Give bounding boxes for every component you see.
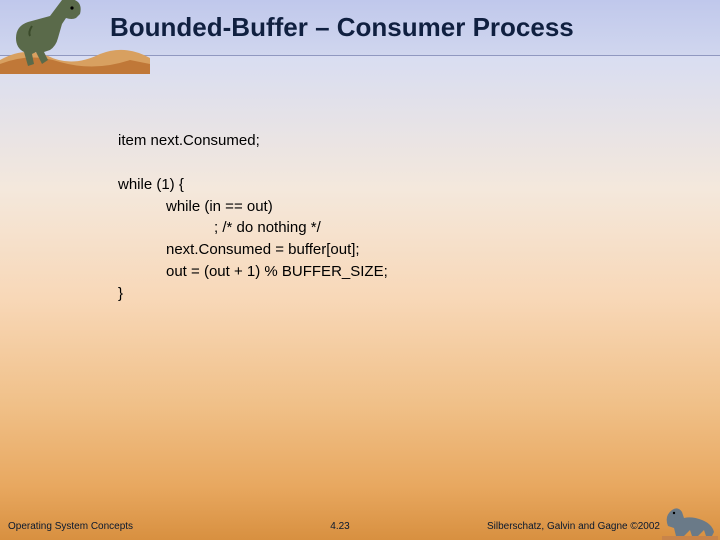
footer: Operating System Concepts 4.23 Silbersch…	[0, 508, 720, 534]
code-line: next.Consumed = buffer[out];	[118, 239, 388, 261]
code-line: while (in == out)	[118, 196, 388, 218]
code-declaration: item next.Consumed;	[118, 130, 388, 152]
code-line: }	[118, 283, 388, 305]
code-line: out = (out + 1) % BUFFER_SIZE;	[118, 261, 388, 283]
code-line: while (1) {	[118, 174, 388, 196]
code-block: item next.Consumed; while (1) { while (i…	[118, 130, 388, 304]
footer-left: Operating System Concepts	[8, 521, 228, 532]
footer-page: 4.23	[228, 521, 452, 532]
slide-title: Bounded-Buffer – Consumer Process	[110, 12, 574, 43]
sauropod-icon	[662, 496, 718, 540]
code-line: ; /* do nothing */	[118, 217, 388, 239]
trex-icon	[2, 0, 102, 72]
